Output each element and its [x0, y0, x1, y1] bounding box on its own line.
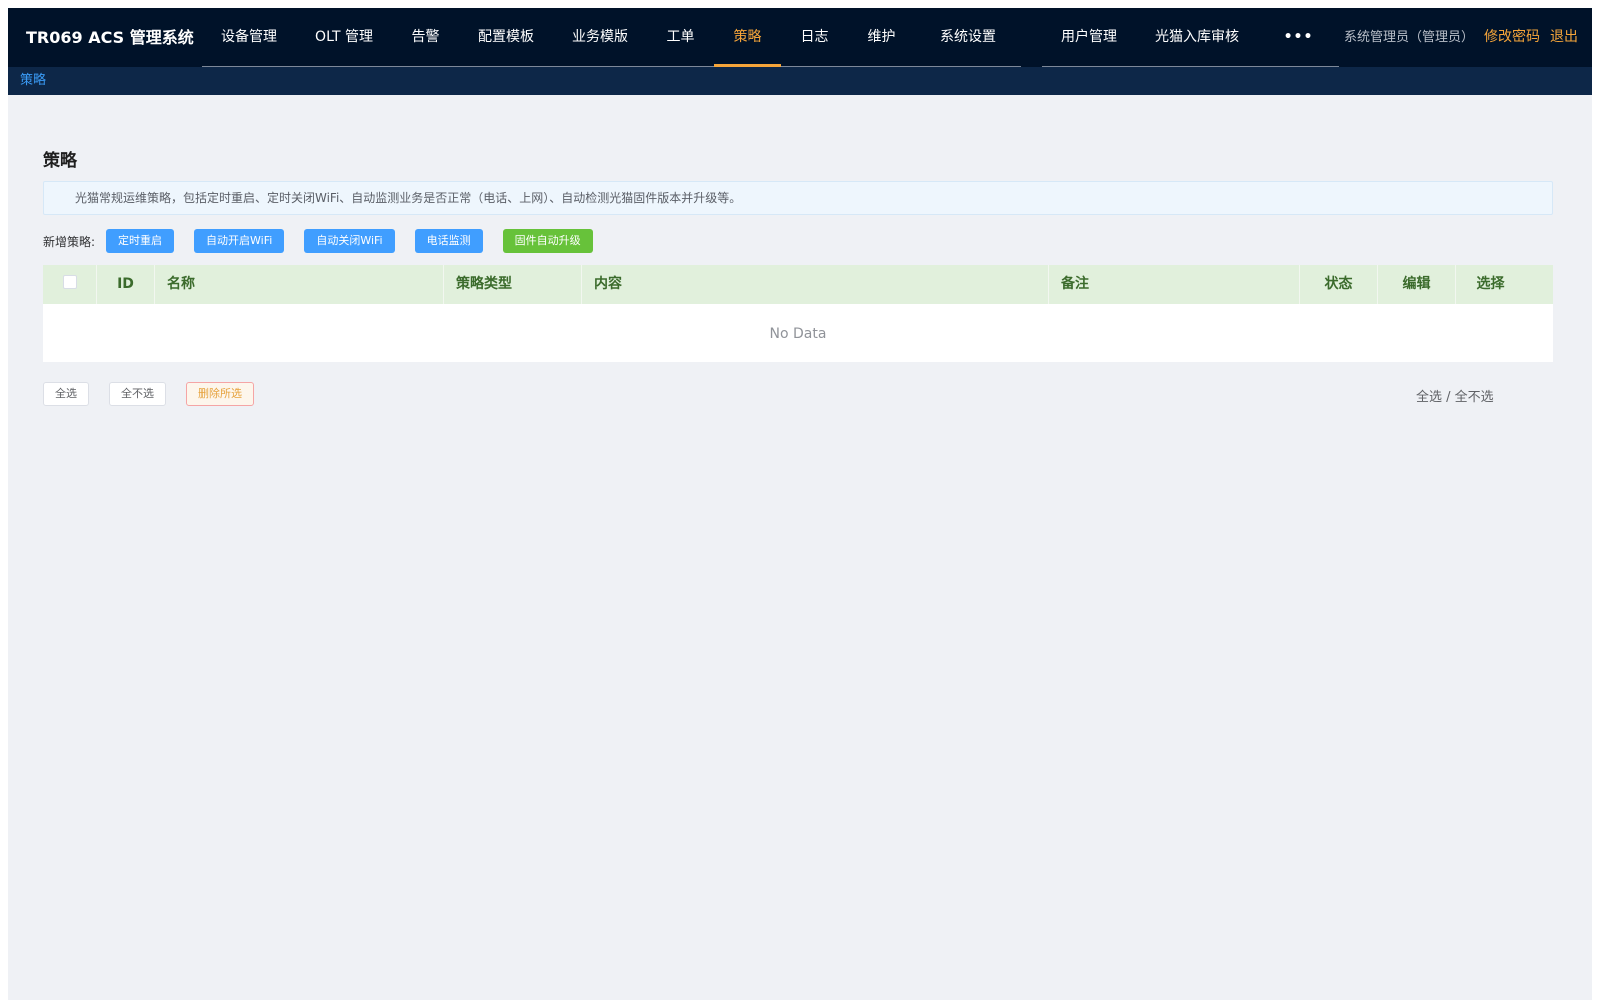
main-nav: 设备管理 OLT 管理 告警 配置模板 业务模版 工单 策略 日志 维护 系统设… [202, 8, 1021, 67]
column-header-select[interactable]: 选择 [1455, 265, 1525, 304]
column-header-policy-type[interactable]: 策略类型 [443, 265, 581, 304]
column-header-id[interactable]: ID [96, 265, 154, 304]
logout-link[interactable]: 退出 [1550, 8, 1578, 67]
header-select-all-cell [43, 265, 96, 304]
add-auto-disable-wifi-button[interactable]: 自动关闭WiFi [304, 229, 395, 253]
nav-item-logs[interactable]: 日志 [781, 8, 848, 66]
description-text: 光猫常规运维策略，包括定时重启、定时关闭WiFi、自动监测业务是否正常（电话、上… [75, 191, 742, 205]
select-none-link[interactable]: 全不选 [1455, 390, 1494, 405]
nav-item-service-templates[interactable]: 业务模版 [553, 8, 647, 66]
select-links-separator: / [1442, 390, 1455, 405]
bulk-actions: 全选 全不选 删除所选 [43, 382, 274, 406]
header-checkbox[interactable] [62, 275, 77, 289]
column-header-content[interactable]: 内容 [581, 265, 1048, 304]
nav-item-maintenance[interactable]: 维护 [848, 8, 915, 66]
description-alert: 光猫常规运维策略，包括定时重启、定时关闭WiFi、自动监测业务是否正常（电话、上… [43, 181, 1553, 215]
app-brand: TR069 ACS 管理系统 [26, 28, 194, 47]
nav-item-system-settings[interactable]: 系统设置 [915, 8, 1021, 66]
app-page: TR069 ACS 管理系统 设备管理 OLT 管理 告警 配置模板 业务模版 … [8, 8, 1592, 1000]
add-policy-label: 新增策略: [43, 234, 96, 249]
nav-item-config-templates[interactable]: 配置模板 [459, 8, 553, 66]
add-auto-enable-wifi-button[interactable]: 自动开启WiFi [194, 229, 285, 253]
table-empty-state: No Data [43, 304, 1553, 362]
nav-item-user-management[interactable]: 用户管理 [1042, 8, 1136, 66]
nav-item-policies[interactable]: 策略 [714, 8, 781, 67]
column-header-edit[interactable]: 编辑 [1377, 265, 1455, 304]
column-header-name[interactable]: 名称 [154, 265, 443, 304]
extra-nav: 用户管理 光猫入库审核 ••• [1042, 8, 1339, 67]
add-firmware-upgrade-button[interactable]: 固件自动升级 [502, 229, 593, 253]
table-header: ID 名称 策略类型 内容 备注 状态 编辑 选择 [43, 265, 1553, 304]
more-horizontal-icon[interactable]: ••• [1258, 8, 1339, 66]
nav-item-devices[interactable]: 设备管理 [202, 8, 296, 66]
column-header-status[interactable]: 状态 [1299, 265, 1377, 304]
add-phone-monitor-button[interactable]: 电话监测 [414, 229, 483, 253]
column-header-remark[interactable]: 备注 [1048, 265, 1299, 304]
breadcrumb: 策略 [8, 67, 1592, 95]
select-none-button[interactable]: 全不选 [109, 382, 166, 406]
policy-table: ID 名称 策略类型 内容 备注 状态 编辑 选择 No Data [43, 265, 1553, 362]
top-navbar: TR069 ACS 管理系统 设备管理 OLT 管理 告警 配置模板 业务模版 … [8, 8, 1592, 67]
add-policy-toolbar: 新增策略: 定时重启 自动开启WiFi 自动关闭WiFi 电话监测 固件自动升级 [43, 229, 613, 253]
select-links: 全选 / 全不选 [1416, 386, 1494, 405]
nav-item-work-orders[interactable]: 工单 [647, 8, 714, 66]
select-all-button[interactable]: 全选 [43, 382, 89, 406]
page-title: 策略 [43, 151, 77, 171]
add-scheduled-reboot-button[interactable]: 定时重启 [106, 229, 175, 253]
breadcrumb-item-policies[interactable]: 策略 [20, 67, 46, 95]
user-area: 系统管理员（管理员） 修改密码 退出 [1344, 8, 1578, 67]
nav-item-ont-storage-review[interactable]: 光猫入库审核 [1136, 8, 1258, 66]
delete-selected-button[interactable]: 删除所选 [186, 382, 254, 406]
current-user: 系统管理员（管理员） [1343, 30, 1474, 45]
nav-item-olt[interactable]: OLT 管理 [296, 8, 392, 66]
change-password-link[interactable]: 修改密码 [1484, 8, 1540, 67]
select-all-link[interactable]: 全选 [1416, 390, 1442, 405]
nav-item-alarms[interactable]: 告警 [392, 8, 459, 66]
